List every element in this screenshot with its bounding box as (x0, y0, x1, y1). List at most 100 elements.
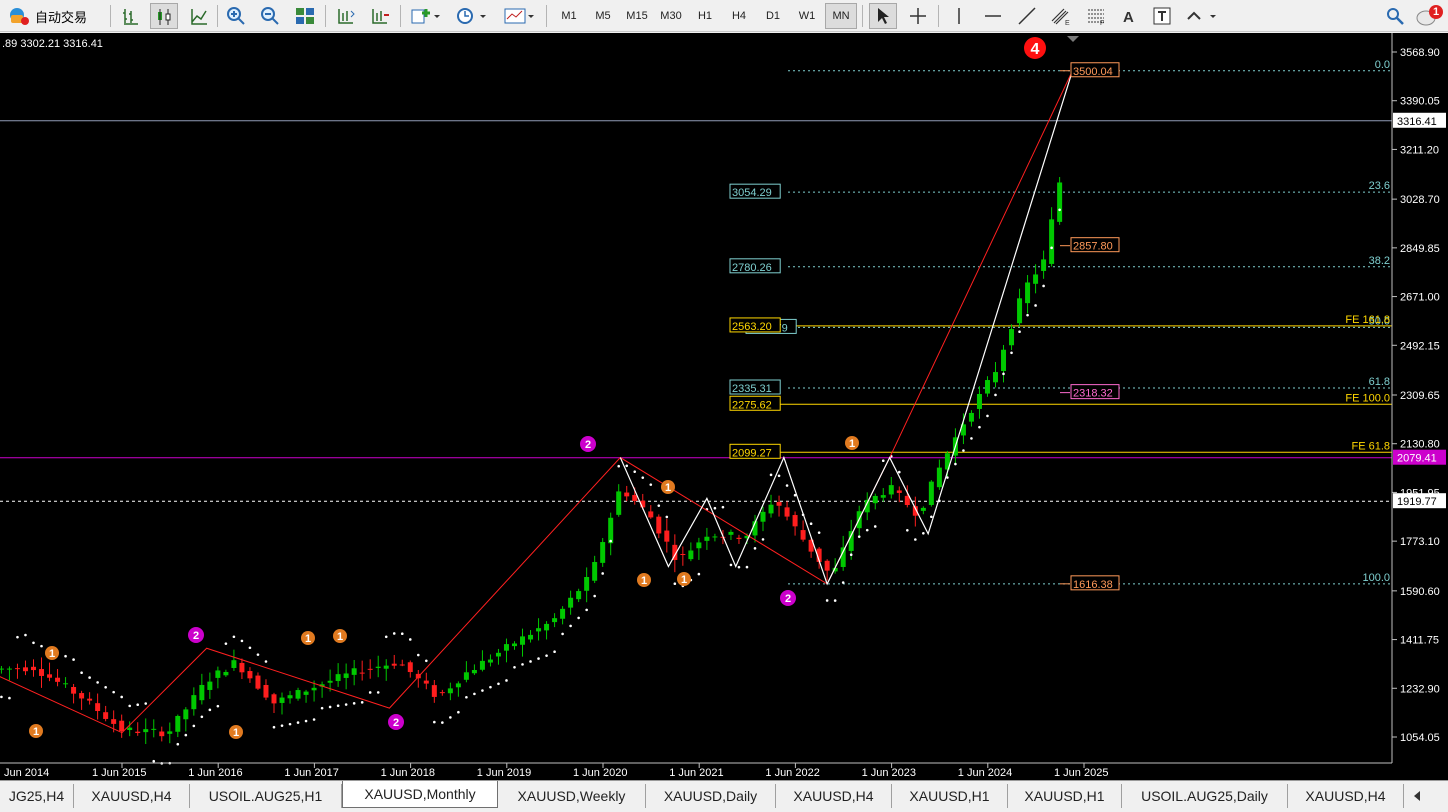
zoom-out-button[interactable] (257, 3, 283, 29)
toolbar-separator (217, 5, 218, 27)
candle-body (215, 670, 221, 678)
candle-body (295, 690, 301, 699)
sar-dot (753, 547, 757, 550)
tab-xauusd-monthly[interactable]: XAUUSD,Monthly (342, 781, 498, 808)
sar-dot (433, 720, 436, 724)
tab-usoil-h1[interactable]: USOIL.AUG25,H1 (190, 784, 342, 808)
period-w1-button[interactable]: W1 (791, 3, 823, 29)
chart-canvas[interactable]: 4 2 2 2 1 1 1 1 1 1 1 1 1 2 0.0 23.6 3054.29 38.2 2780.26… (0, 33, 1448, 780)
sar-dot (465, 695, 468, 699)
tile-windows-button[interactable] (292, 3, 318, 29)
sar-dot (906, 529, 909, 532)
tab-jg25-h4[interactable]: JG25,H4 (0, 784, 74, 808)
notifications-button[interactable]: 1 (1414, 3, 1444, 29)
candle-body (367, 668, 373, 670)
price-axis-label: 2849.85 (1400, 243, 1440, 255)
candle-body (239, 662, 245, 673)
sar-dot (513, 665, 516, 669)
sar-dot (344, 703, 348, 706)
sar-dot (769, 473, 773, 477)
period-m15-button[interactable]: M15 (621, 3, 653, 29)
sar-dot (697, 572, 701, 576)
sar-dot (649, 483, 653, 486)
period-mn-button[interactable]: MN (825, 3, 857, 29)
crosshair-tool-button[interactable] (904, 3, 932, 29)
arrows-tool-button[interactable] (1182, 3, 1222, 29)
svg-text:A: A (1123, 9, 1134, 25)
bar-chart-button[interactable] (117, 3, 143, 29)
tabs-scroll-left-button[interactable] (1408, 786, 1426, 806)
chart-shift-marker[interactable] (1067, 36, 1079, 42)
periods-button[interactable] (452, 3, 490, 29)
candle-body (231, 660, 237, 668)
wave-count-label: 1 (33, 726, 39, 738)
tab-xauusd-h1-2[interactable]: XAUUSD,H1 (1008, 784, 1122, 808)
period-d1-button[interactable]: D1 (757, 3, 789, 29)
tab-xauusd-h1[interactable]: XAUUSD,H1 (892, 784, 1008, 808)
equidistant-channel-tool-button[interactable]: E (1047, 3, 1075, 29)
sar-dot (881, 459, 885, 462)
sar-dot (16, 635, 19, 639)
text-label-tool-button[interactable] (1149, 3, 1175, 29)
candle-body (784, 507, 790, 517)
fe-price-label: 2563.20 (732, 321, 772, 333)
tab-xauusd-h4-2[interactable]: XAUUSD,H4 (776, 784, 892, 808)
auto-trading-button[interactable]: 自动交易 (8, 3, 104, 29)
period-m30-button[interactable]: M30 (655, 3, 687, 29)
time-axis-label: 1 Jun 2019 (477, 767, 531, 779)
tab-xauusd-h4-3[interactable]: XAUUSD,H4 (1288, 784, 1404, 808)
candle-body (135, 731, 141, 734)
trendline-tool-button[interactable] (1013, 3, 1041, 29)
marker-price-label: 1616.38 (1073, 579, 1113, 591)
fe-price-label: 2275.62 (732, 399, 772, 411)
templates-button[interactable] (500, 3, 538, 29)
candle-body (936, 467, 942, 488)
indicators-button[interactable] (406, 3, 444, 29)
vertical-line-tool-button[interactable] (945, 3, 973, 29)
auto-scroll-button[interactable] (366, 3, 392, 29)
candle-body (824, 560, 830, 571)
sar-dot (24, 633, 27, 637)
line-chart-icon (191, 9, 207, 25)
tab-xauusd-daily[interactable]: XAUUSD,Daily (646, 784, 776, 808)
tab-xauusd-h4[interactable]: XAUUSD,H4 (74, 784, 190, 808)
candle-body (263, 684, 269, 698)
sar-dot (673, 582, 677, 585)
horizontal-line-tool-button[interactable] (979, 3, 1007, 29)
tab-xauusd-weekly[interactable]: XAUUSD,Weekly (498, 784, 646, 808)
red-wave-line (0, 70, 1073, 734)
price-axis-label: 1773.10 (1400, 536, 1440, 548)
period-m5-button[interactable]: M5 (587, 3, 619, 29)
chart-shift-button[interactable] (332, 3, 358, 29)
candle-body (6, 668, 12, 670)
sar-dot (1034, 304, 1037, 307)
chart-shift-icon (338, 9, 355, 24)
search-button[interactable] (1382, 3, 1408, 29)
period-h1-button[interactable]: H1 (689, 3, 721, 29)
price-chart[interactable]: 4 2 2 2 1 1 1 1 1 1 1 1 1 2 0.0 23.6 3054.29 38.2 2780.26… (0, 33, 1448, 780)
candle-body (22, 667, 28, 672)
sar-dot (873, 525, 877, 528)
price-axis-label: 1411.75 (1400, 635, 1439, 647)
candle-body (279, 697, 285, 703)
tab-usoil-daily[interactable]: USOIL.AUG25,Daily (1122, 784, 1288, 808)
period-h4-button[interactable]: H4 (723, 3, 755, 29)
zoom-in-button[interactable] (223, 3, 249, 29)
candle-body (968, 412, 974, 422)
sar-dot (392, 632, 396, 635)
period-m1-button[interactable]: M1 (553, 3, 585, 29)
candle-body (511, 643, 517, 647)
wave-count-label: 1 (337, 631, 343, 643)
sar-dot (761, 538, 765, 541)
wave-count-label: 4 (1031, 41, 1040, 58)
line-chart-button[interactable] (186, 3, 212, 29)
cursor-tool-button[interactable] (869, 3, 897, 29)
sar-dot (641, 476, 645, 479)
sar-dot (312, 718, 316, 721)
candlestick-button[interactable] (150, 3, 178, 29)
fibonacci-tool-button[interactable]: F (1082, 3, 1110, 29)
text-tool-button[interactable]: A (1116, 3, 1142, 29)
sar-dot (416, 653, 420, 657)
price-axis-label: 2671.00 (1400, 292, 1440, 304)
candle-body (552, 618, 558, 623)
